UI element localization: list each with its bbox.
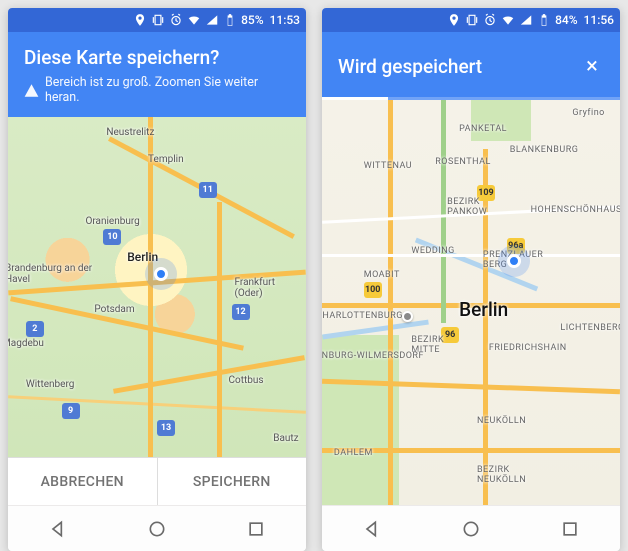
road-shield: 9 <box>62 403 80 419</box>
location-icon <box>447 13 461 27</box>
map-label: ROSENTHAL <box>435 157 491 167</box>
save-map-header: Diese Karte speichern? Bereich ist zu gr… <box>8 32 306 117</box>
location-icon <box>133 13 147 27</box>
vibrate-icon <box>465 13 479 27</box>
home-button[interactable] <box>139 511 175 547</box>
map-label: Frankfurt (Oder) <box>234 277 304 299</box>
warning-icon <box>24 83 39 98</box>
close-button[interactable]: × <box>576 50 608 82</box>
battery-pct: 85% <box>241 13 263 27</box>
map-label: Brandenburg an der Havel <box>8 263 95 285</box>
map-label: Wittenberg <box>26 379 75 390</box>
home-button[interactable] <box>453 511 489 547</box>
recent-apps-button[interactable] <box>552 511 588 547</box>
map-label: NEUKÖLLN <box>477 416 526 426</box>
map-area-zoomed-in[interactable]: 100 96a 96 109 Berlin Gryfino PANKETAL B… <box>322 100 620 505</box>
map-label: BEZIRK NEUKÖLLN <box>477 465 537 485</box>
map-label: DAHLEM <box>334 448 373 458</box>
map-label: Neustrelitz <box>106 127 154 138</box>
map-label: BLANKENBURG <box>510 145 579 155</box>
map-label: Templin <box>148 154 184 165</box>
wifi-icon <box>501 13 515 27</box>
status-bar: 84% 11:56 <box>322 8 620 32</box>
cell-signal-icon <box>519 13 533 27</box>
wifi-icon <box>187 13 201 27</box>
map-label: ENBURG-WILMERSDORF <box>322 351 424 361</box>
map-label: BEZIRK PANKOW <box>447 197 507 217</box>
my-location-dot <box>507 254 521 268</box>
battery-icon <box>223 13 237 27</box>
map-label: Cottbus <box>229 375 264 386</box>
header-title: Diese Karte speichern? <box>24 46 290 69</box>
cancel-button[interactable]: ABBRECHEN <box>8 458 157 505</box>
road-shield: 10 <box>103 229 121 245</box>
road-shield: 12 <box>232 304 250 320</box>
map-label: Bautz <box>273 433 298 444</box>
map-label: HOHENSCHÖNHAUSEN <box>531 205 620 215</box>
map-label: WEDDING <box>411 246 454 256</box>
vibrate-icon <box>151 13 165 27</box>
alarm-icon <box>483 13 497 27</box>
back-button[interactable] <box>354 511 390 547</box>
battery-icon <box>537 13 551 27</box>
map-label: Oranienburg <box>85 216 139 227</box>
map-label: Magdebu <box>8 338 44 349</box>
android-navbar <box>8 505 306 551</box>
clock-time: 11:56 <box>584 13 614 27</box>
road-shield: 11 <box>199 182 217 198</box>
map-area-zoomed-out[interactable]: 11 10 2 12 13 9 Neustrelitz Templin Oran… <box>8 117 306 457</box>
map-label-berlin: Berlin <box>127 250 158 264</box>
my-location-dot <box>154 267 168 281</box>
map-label: CHARLOTTENBURG <box>322 311 403 321</box>
map-label: LICHTENBERG <box>560 323 620 333</box>
phone-right: 84% 11:56 Wird gespeichert × 100 96a 96 … <box>322 8 620 551</box>
map-label: FRIEDRICHSHAIN <box>489 343 567 353</box>
map-label-berlin: Berlin <box>459 298 508 321</box>
footer-buttons: ABBRECHEN SPEICHERN <box>8 457 306 505</box>
alarm-icon <box>169 13 183 27</box>
map-label: PANKETAL <box>459 124 507 134</box>
map-label: MOABIT <box>364 270 400 280</box>
recent-apps-button[interactable] <box>238 511 274 547</box>
save-button[interactable]: SPEICHERN <box>157 458 307 505</box>
road-shield: 13 <box>157 420 175 436</box>
phone-left: 85% 11:53 Diese Karte speichern? Bereich… <box>8 8 306 551</box>
map-label: WITTENAU <box>364 161 412 171</box>
road-shield: 2 <box>26 321 44 337</box>
map-label: Gryfino <box>572 108 605 118</box>
back-button[interactable] <box>40 511 76 547</box>
status-bar: 85% 11:53 <box>8 8 306 32</box>
android-navbar <box>322 505 620 551</box>
clock-time: 11:53 <box>270 13 300 27</box>
battery-pct: 84% <box>555 13 577 27</box>
warning-text: Bereich ist zu groß. Zoomen Sie weiter h… <box>45 75 290 105</box>
cell-signal-icon <box>205 13 219 27</box>
saving-header: Wird gespeichert × <box>322 32 620 100</box>
warning-row: Bereich ist zu groß. Zoomen Sie weiter h… <box>24 75 290 105</box>
header-title: Wird gespeichert <box>338 55 482 78</box>
road-shield: 100 <box>364 282 382 298</box>
map-label: Potsdam <box>94 304 134 315</box>
